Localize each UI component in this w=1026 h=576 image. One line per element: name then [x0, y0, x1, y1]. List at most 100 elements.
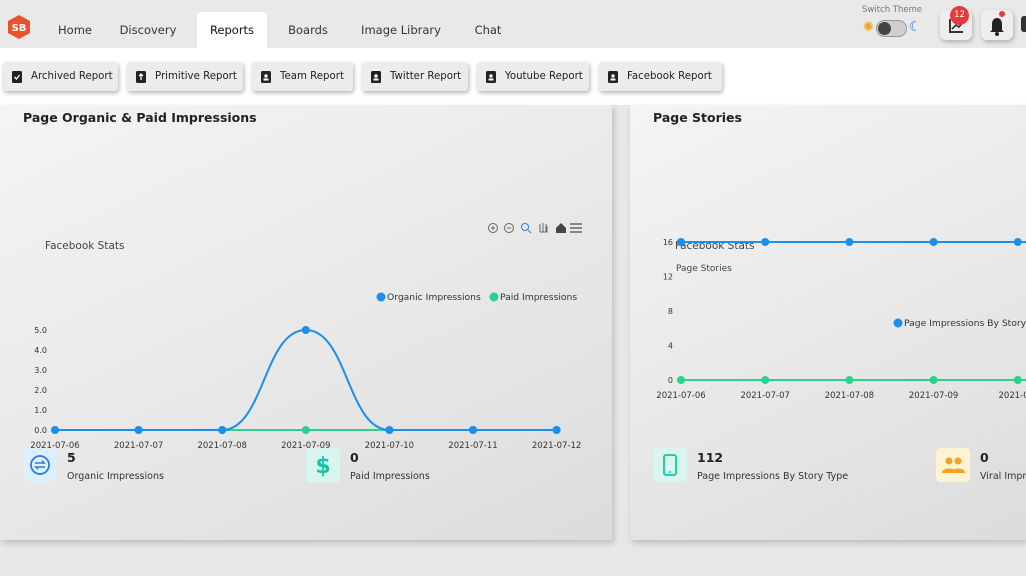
data-point[interactable] — [677, 238, 685, 246]
primitive-report-button[interactable]: Primitive Report — [127, 62, 243, 91]
stories-chart: Facebook Stats Page Stories Page Impress… — [656, 238, 1026, 401]
clipboard-icon — [136, 71, 146, 83]
clipboard-icon — [486, 71, 496, 83]
twitter-report-button[interactable]: Twitter Report — [362, 62, 468, 91]
menu-icon — [570, 223, 582, 233]
exchange-icon — [23, 448, 57, 482]
facebook-report-label: Facebook Report — [627, 71, 712, 82]
x-tick-label: 2021-07-08 — [825, 391, 874, 401]
logo-icon[interactable]: SB — [6, 14, 32, 40]
card-title: Page Organic & Paid Impressions — [23, 110, 257, 125]
data-point[interactable] — [929, 238, 938, 246]
organic-value: 5 — [67, 450, 76, 465]
clipboard-icon — [371, 71, 381, 83]
tab-image-library[interactable]: Image Library — [356, 12, 446, 48]
facebook-report-button[interactable]: Facebook Report — [599, 62, 722, 91]
chart-legend[interactable]: Organic Impressions Paid Impressions — [376, 292, 578, 303]
data-point[interactable] — [469, 426, 477, 434]
legend-marker — [893, 318, 903, 328]
organic-label: Organic Impressions — [67, 471, 164, 482]
tab-home[interactable]: Home — [47, 12, 103, 48]
zoom-in-plus — [491, 226, 495, 230]
archived-report-label: Archived Report — [31, 71, 113, 82]
logo-text: SB — [12, 23, 27, 34]
paid-label: Paid Impressions — [350, 471, 430, 482]
stories-card: Page Stories Facebook Stats Page Stories… — [630, 105, 1026, 540]
legend-marker — [489, 292, 499, 302]
story-value: 112 — [697, 450, 724, 465]
data-point[interactable] — [134, 426, 143, 434]
legend-label: Organic Impressions — [387, 292, 481, 303]
theme-toggle[interactable] — [876, 20, 907, 37]
data-point[interactable] — [1013, 238, 1022, 246]
x-tick-label: 2021-07-06 — [656, 391, 705, 401]
dollar-icon: $ — [306, 448, 340, 482]
tab-discovery[interactable]: Discovery — [113, 12, 183, 48]
toggle-knob — [878, 22, 891, 35]
data-point[interactable] — [761, 376, 770, 384]
story-label: Page Impressions By Story Type — [697, 471, 849, 482]
archived-report-button[interactable]: Archived Report — [3, 62, 118, 91]
chart-subtitle: Page Stories — [676, 264, 732, 274]
users-icon — [936, 448, 970, 482]
x-tick-label: 2021-07-07 — [114, 441, 163, 451]
data-point[interactable] — [552, 426, 561, 434]
youtube-report-label: Youtube Report — [505, 71, 583, 82]
data-point[interactable] — [385, 426, 394, 434]
tab-reports[interactable]: Reports — [197, 12, 267, 48]
chart-legend[interactable]: Page Impressions By Story — [893, 318, 1026, 329]
y-tick-label: 0 — [668, 376, 673, 385]
data-point[interactable] — [845, 238, 854, 246]
x-tick-label: 2021-07-09 — [909, 391, 958, 401]
y-tick-label: 3.0 — [34, 366, 47, 375]
data-point[interactable] — [677, 376, 685, 384]
data-point[interactable] — [51, 426, 59, 434]
phone-icon — [653, 448, 687, 482]
data-point[interactable] — [929, 376, 938, 384]
primitive-report-label: Primitive Report — [155, 71, 237, 82]
x-tick-label: 2021-07-07 — [740, 391, 789, 401]
x-tick-label: 2021-07-08 — [197, 441, 246, 451]
y-tick-label: 8 — [668, 307, 673, 316]
moon-icon: ☾ — [909, 19, 922, 35]
tab-boards[interactable]: Boards — [278, 12, 338, 48]
sun-icon: ✺ — [863, 20, 874, 35]
series-line — [55, 328, 557, 432]
y-tick-label: 12 — [663, 273, 673, 282]
card-title: Page Stories — [653, 110, 742, 125]
home-icon — [556, 223, 566, 233]
data-point[interactable] — [761, 238, 770, 246]
legend-marker — [376, 292, 386, 302]
tab-chat[interactable]: Chat — [466, 12, 510, 48]
x-tick-label: 2021-07-10 — [365, 441, 414, 451]
twitter-report-label: Twitter Report — [390, 71, 462, 82]
x-tick-label: 2021-07-11 — [448, 441, 497, 451]
legend-label: Page Impressions By Story — [904, 318, 1026, 329]
data-point[interactable] — [218, 426, 227, 434]
notification-badge: 12 — [950, 6, 969, 25]
team-report-button[interactable]: Team Report — [252, 62, 353, 91]
y-tick-label: 0.0 — [34, 426, 47, 435]
y-tick-label: 5.0 — [34, 326, 47, 335]
data-point[interactable] — [1013, 376, 1022, 384]
theme-label: Switch Theme — [862, 5, 923, 15]
y-tick-label: 4 — [668, 342, 673, 351]
viral-value: 0 — [980, 450, 989, 465]
chart-toolbar[interactable] — [488, 223, 583, 234]
data-point[interactable] — [845, 376, 854, 384]
impressions-chart: Facebook Stats Organic Impressions Paid I… — [30, 223, 583, 451]
user-menu-icon[interactable] — [1021, 16, 1026, 32]
svg-text:$: $ — [315, 454, 330, 479]
y-tick-label: 4.0 — [34, 346, 47, 355]
clipboard-icon — [261, 71, 271, 83]
pan-hand-icon — [539, 223, 548, 233]
data-point[interactable] — [301, 326, 310, 334]
x-tick-label: 2021-07- — [999, 391, 1026, 401]
youtube-report-button[interactable]: Youtube Report — [477, 62, 589, 91]
y-tick-label: 1.0 — [34, 406, 47, 415]
data-point[interactable] — [301, 426, 310, 434]
report-bar: Archived Report Primitive Report Team Re… — [0, 48, 1026, 105]
x-tick-label: 2021-07-12 — [532, 441, 581, 451]
top-nav: SB Home Discovery Reports Boards Image L… — [0, 0, 1026, 48]
notifications-button[interactable] — [981, 10, 1013, 40]
